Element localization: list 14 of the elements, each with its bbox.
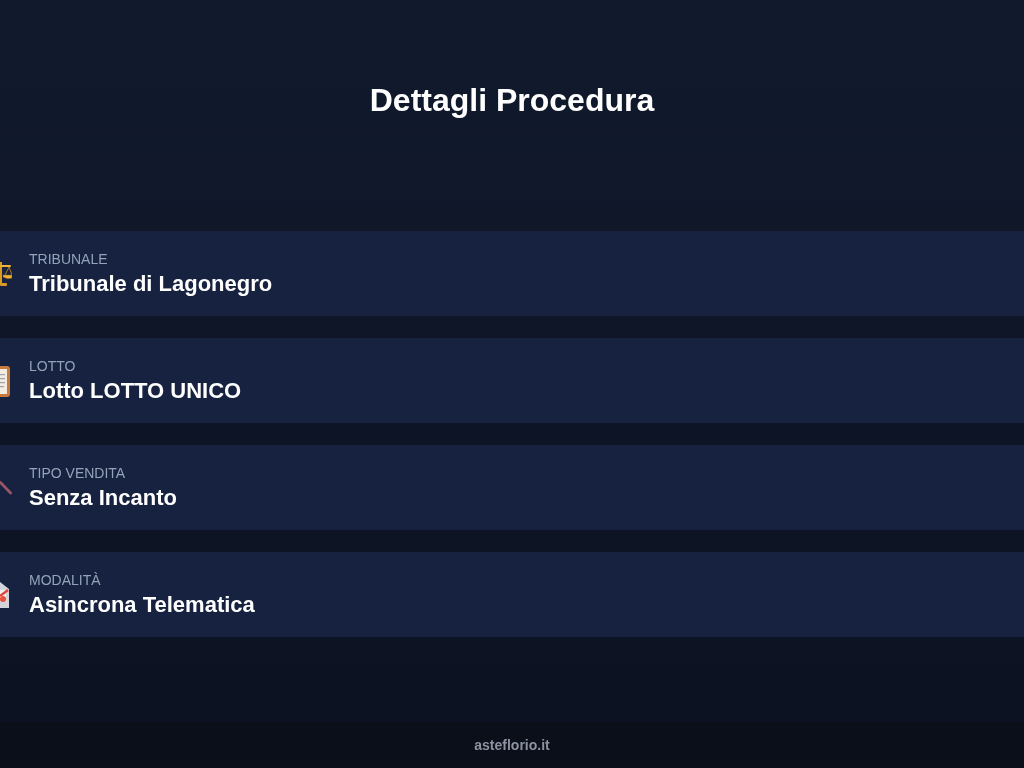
detail-label: TIPO VENDITA [29,464,126,483]
footer-text: asteflorio.it [474,735,550,755]
detail-value: Asincrona Telematica [29,591,255,619]
clipboard-icon [0,364,10,397]
detail-value: Tribunale di Lagonegro [29,270,273,298]
hammer-icon [0,480,12,495]
scales-icon [0,260,12,287]
page-title: Dettagli Procedura [369,81,655,120]
detail-label: MODALITÀ [29,571,101,590]
detail-value: Lotto LOTTO UNICO [29,377,242,405]
detail-label: LOTTO [29,357,76,376]
envelope-icon [0,579,12,610]
detail-label: TRIBUNALE [29,250,108,269]
detail-value: Senza Incanto [29,484,177,512]
